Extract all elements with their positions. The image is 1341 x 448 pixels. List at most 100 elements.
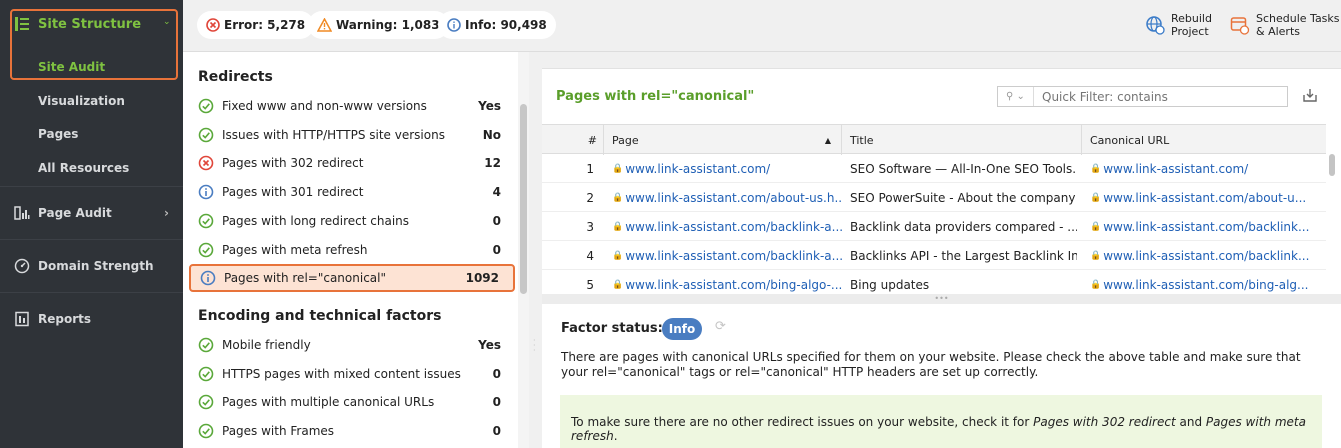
canonical-url[interactable]: www.link-assistant.com/bing-alg... [1103, 278, 1308, 292]
title-cell: SEO Software — All-In-One SEO Tools... [850, 161, 1077, 176]
factor-label: Pages with Frames [222, 424, 335, 439]
check-circle-icon [198, 213, 214, 229]
scrollbar-thumb[interactable] [1329, 154, 1335, 176]
page-url[interactable]: www.link-assistant.com/bing-algo-... [625, 278, 842, 292]
error-icon [206, 18, 220, 32]
lock-icon: 🔒 [612, 250, 624, 261]
splitter-handle[interactable]: · · · [533, 337, 536, 355]
pages-table-pane: Pages with rel="canonical" ⚲ ⌄ # Page ▲ T… [542, 68, 1341, 299]
sidebar-item-all-resources[interactable]: All Resources [0, 151, 183, 184]
info-count-badge[interactable]: Info: 90,498 [438, 11, 556, 39]
title-cell: SEO PowerSuite - About the company ... [850, 190, 1077, 205]
top-bar: Error: 5,278 Warning: 1,083 Info: 90,498… [183, 0, 1341, 52]
factor-row[interactable]: Pages with meta refresh 0 [189, 236, 515, 264]
table-row[interactable]: 1 🔒 www.link-assistant.com/SEO Software — … [542, 154, 1326, 183]
quick-filter-input[interactable] [1034, 89, 1284, 104]
lock-icon: 🔒 [1090, 221, 1102, 232]
pane-splitter[interactable]: ••• [542, 294, 1341, 304]
factor-row[interactable]: Mobile friendly Yes [189, 331, 515, 359]
factor-label: Pages with long redirect chains [222, 213, 410, 228]
canonical-url[interactable]: www.link-assistant.com/backlink... [1103, 220, 1309, 234]
sidebar: Site Structure ⌄ Site Audit Visualizatio… [0, 0, 183, 448]
factor-row[interactable]: Pages with long redirect chains 0 [189, 207, 515, 235]
sidebar-item-reports[interactable]: Reports [0, 292, 183, 344]
canonical-cell[interactable]: 🔒 www.link-assistant.com/about-u... [1082, 183, 1322, 212]
page-cell[interactable]: 🔒 www.link-assistant.com/backlink-a... [604, 212, 842, 241]
column-header-title[interactable]: Title [842, 125, 1082, 155]
rebuild-project-button[interactable]: Rebuild Project [1145, 12, 1212, 38]
factor-value: 0 [492, 424, 501, 439]
factor-row[interactable]: Pages with rel="canonical" 1092 [189, 264, 515, 293]
sidebar-item-label: Reports [38, 311, 92, 326]
tip-prefix: To make sure there are no other redirect… [571, 415, 1034, 429]
gauge-icon [14, 258, 30, 274]
factor-label: Mobile friendly [222, 338, 311, 352]
page-url[interactable]: www.link-assistant.com/backlink-a... [625, 220, 842, 234]
factor-label: Pages with multiple canonical URLs [222, 395, 435, 410]
factor-row[interactable]: Pages with multiple canonical URLs 0 [189, 388, 515, 416]
canonical-cell[interactable]: 🔒 www.link-assistant.com/backlink... [1082, 241, 1322, 270]
column-header-page[interactable]: Page ▲ [604, 125, 842, 155]
schedule-tasks-button[interactable]: Schedule Tasks & Alerts [1230, 12, 1340, 38]
page-cell[interactable]: 🔒 www.link-assistant.com/about-us.h... [604, 183, 842, 212]
globe-refresh-icon [1145, 15, 1165, 35]
warning-icon [317, 18, 332, 32]
sidebar-item-visualization[interactable]: Visualization [0, 84, 183, 117]
factor-row[interactable]: Pages with 301 redirect 4 [189, 178, 515, 206]
table-header: # Page ▲ Title Canonical URL [542, 124, 1326, 155]
factor-value: 12 [484, 156, 501, 171]
lock-icon: 🔒 [1090, 192, 1102, 203]
page-url[interactable]: www.link-assistant.com/ [625, 162, 770, 176]
panel-title: Pages with rel="canonical" [556, 89, 755, 104]
factor-value: 0 [492, 242, 501, 257]
warning-count-badge[interactable]: Warning: 1,083 [308, 11, 449, 39]
factor-row[interactable]: HTTPS pages with mixed content issues 0 [189, 360, 515, 388]
canonical-url[interactable]: www.link-assistant.com/ [1103, 162, 1248, 176]
error-count-badge[interactable]: Error: 5,278 [197, 11, 315, 39]
refresh-icon[interactable]: ⟳ [715, 319, 726, 334]
factor-row[interactable]: Issues with HTTP/HTTPS site versions No [189, 121, 515, 149]
tip-link-302[interactable]: Pages with 302 redirect [1033, 415, 1176, 429]
sidebar-item-pages[interactable]: Pages [0, 117, 183, 150]
column-header-canonical[interactable]: Canonical URL [1082, 125, 1326, 155]
info-icon [447, 18, 461, 32]
info-circle-icon [198, 184, 214, 200]
factor-value: 4 [492, 185, 501, 200]
quick-filter[interactable]: ⚲ ⌄ [997, 86, 1288, 107]
factor-row[interactable]: Pages with 302 redirect 12 [189, 149, 515, 177]
factor-value: No [482, 127, 501, 142]
export-icon[interactable] [1302, 87, 1318, 106]
lock-icon: 🔒 [612, 192, 624, 203]
lock-icon: 🔒 [612, 221, 624, 232]
factor-row[interactable]: Fixed www and non-www versions Yes [189, 92, 515, 120]
search-icon[interactable]: ⚲ ⌄ [998, 87, 1034, 106]
reports-icon [14, 311, 30, 327]
page-url[interactable]: www.link-assistant.com/about-us.h... [625, 191, 842, 205]
factor-value: Yes [478, 338, 501, 352]
table-row[interactable]: 3 🔒 www.link-assistant.com/backlink-a... Ba… [542, 212, 1326, 241]
page-url[interactable]: www.link-assistant.com/backlink-a... [625, 249, 842, 263]
canonical-url[interactable]: www.link-assistant.com/about-u... [1103, 191, 1306, 205]
rebuild-project-label: Rebuild Project [1171, 12, 1212, 38]
factor-status-label: Factor status: [561, 321, 663, 336]
sidebar-item-page-audit[interactable]: Page Audit › [0, 186, 183, 238]
canonical-cell[interactable]: 🔒 www.link-assistant.com/ [1082, 154, 1322, 183]
page-cell[interactable]: 🔒 www.link-assistant.com/ [604, 154, 842, 183]
table-row[interactable]: 2 🔒 www.link-assistant.com/about-us.h... SE… [542, 183, 1326, 212]
page-cell[interactable]: 🔒 www.link-assistant.com/backlink-a... [604, 241, 842, 270]
table-scrollbar[interactable] [1327, 154, 1337, 294]
factor-label: Pages with rel="canonical" [224, 271, 386, 286]
factor-label: HTTPS pages with mixed content issues [222, 366, 461, 381]
factor-details: Factor status: Info ⟳ There are pages wi… [542, 304, 1341, 448]
canonical-cell[interactable]: 🔒 www.link-assistant.com/backlink... [1082, 212, 1322, 241]
sidebar-item-domain-strength[interactable]: Domain Strength [0, 239, 183, 291]
column-header-num[interactable]: # [542, 125, 604, 155]
scrollbar-thumb[interactable] [520, 104, 527, 294]
canonical-url[interactable]: www.link-assistant.com/backlink... [1103, 249, 1309, 263]
factor-row[interactable]: Pages with Frames 0 [189, 417, 515, 445]
check-circle-icon [198, 366, 214, 382]
list-scrollbar[interactable] [518, 52, 529, 448]
table-row[interactable]: 4 🔒 www.link-assistant.com/backlink-a... Ba… [542, 241, 1326, 270]
sidebar-item-label: Domain Strength [38, 258, 154, 273]
factor-label: Pages with 302 redirect [222, 156, 364, 171]
